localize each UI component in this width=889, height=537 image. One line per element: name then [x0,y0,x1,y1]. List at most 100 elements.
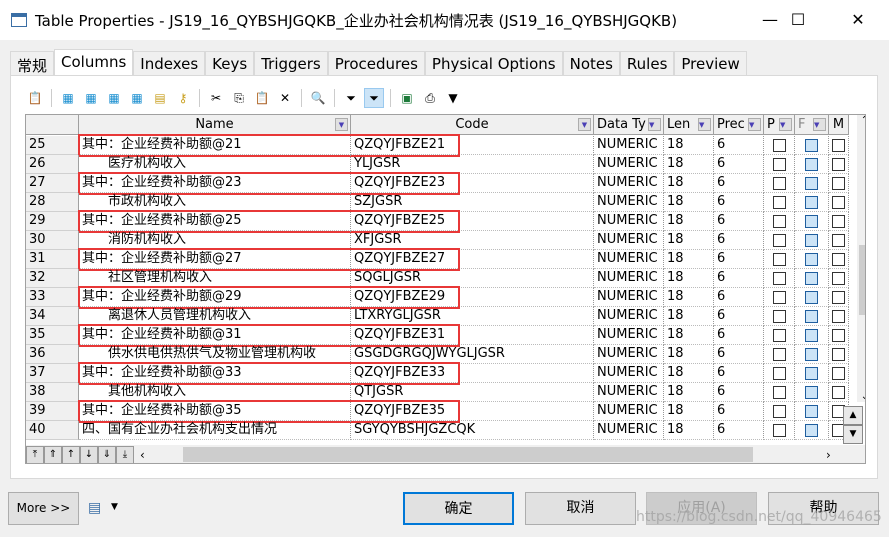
print-icon[interactable]: ⎙ [420,88,440,108]
cell-type[interactable]: NUMERIC [594,326,664,345]
paste-icon[interactable]: 📋 [252,88,272,108]
close-button[interactable]: ✕ [835,6,881,34]
cell-type[interactable]: NUMERIC [594,288,664,307]
tab-1[interactable]: Columns [54,49,134,76]
checkbox-p[interactable] [764,250,795,269]
row-number[interactable]: 27 [26,174,79,193]
maximize-button[interactable]: ☐ [775,6,821,34]
move-page-down-icon[interactable]: ⇓ [98,445,116,463]
checkbox-p[interactable] [764,307,795,326]
cell-type[interactable]: NUMERIC [594,364,664,383]
cell-len[interactable]: 18 [664,364,714,383]
cell-len[interactable]: 18 [664,326,714,345]
add-columns-icon[interactable]: ▦ [104,88,124,108]
cell-len[interactable]: 18 [664,402,714,421]
cell-len[interactable]: 18 [664,136,714,155]
scroll-right-icon[interactable]: › [826,448,831,462]
filter-dropdown-icon[interactable]: ▼ [779,118,792,131]
more-button[interactable]: More >> [8,492,79,525]
cell-type[interactable]: NUMERIC [594,231,664,250]
checkbox-m[interactable] [829,345,849,364]
column-header[interactable]: Code ▼ [351,115,594,135]
properties-icon[interactable]: 📋 [25,88,45,108]
cell-len[interactable]: 18 [664,345,714,364]
cell-prec[interactable]: 6 [714,136,764,155]
move-up-icon[interactable]: ↑ [62,445,80,463]
checkbox-p[interactable] [764,421,795,440]
checkbox-p[interactable] [764,155,795,174]
row-number[interactable]: 26 [26,155,79,174]
checkbox-p[interactable] [764,402,795,421]
row-number[interactable]: 40 [26,421,79,440]
checkbox-f[interactable] [795,155,829,174]
cell-type[interactable]: NUMERIC [594,212,664,231]
checkbox-f[interactable] [795,383,829,402]
cell-prec[interactable]: 6 [714,231,764,250]
checkbox-m[interactable] [829,288,849,307]
tab-2[interactable]: Indexes [133,51,206,76]
checkbox-f[interactable] [795,326,829,345]
move-page-up-icon[interactable]: ⇑ [44,445,62,463]
scroll-thumb[interactable] [859,245,865,315]
checkbox-m[interactable] [829,136,849,155]
column-header[interactable]: Name ▼ [79,115,351,135]
cut-icon[interactable]: ✂ [206,88,226,108]
filter-enabled-icon[interactable]: ⏷ [364,88,384,108]
row-number[interactable]: 33 [26,288,79,307]
checkbox-f[interactable] [795,345,829,364]
scroll-down-button[interactable]: ▼ [843,425,863,444]
checkbox-m[interactable] [829,269,849,288]
cell-type[interactable]: NUMERIC [594,193,664,212]
filter-dropdown-icon[interactable]: ▼ [648,118,661,131]
filter-dropdown-icon[interactable]: ▼ [698,118,711,131]
checkbox-f[interactable] [795,250,829,269]
move-down-icon[interactable]: ↓ [80,445,98,463]
row-number[interactable]: 34 [26,307,79,326]
cell-len[interactable]: 18 [664,269,714,288]
scroll-left-icon[interactable]: ‹ [140,448,145,462]
checkbox-m[interactable] [829,212,849,231]
cell-len[interactable]: 18 [664,421,714,440]
cell-len[interactable]: 18 [664,288,714,307]
cell-type[interactable]: NUMERIC [594,307,664,326]
new-domain-icon[interactable]: ▤ [150,88,170,108]
checkbox-p[interactable] [764,193,795,212]
cell-prec[interactable]: 6 [714,193,764,212]
row-number[interactable]: 35 [26,326,79,345]
cell-type[interactable]: NUMERIC [594,421,664,440]
tab-5[interactable]: Procedures [327,51,425,76]
cancel-button[interactable]: 取消 [525,492,636,525]
checkbox-p[interactable] [764,326,795,345]
cell-type[interactable]: NUMERIC [594,250,664,269]
checkbox-f[interactable] [795,269,829,288]
insert-row-icon[interactable]: ▦ [58,88,78,108]
table-row[interactable]: 40 四、国有企业办社会机构支出情况 SGYQYBSHJGZCQK NUMERIC 18… [26,421,849,440]
filter-dropdown-icon[interactable]: ▼ [578,118,591,131]
cell-len[interactable]: 18 [664,383,714,402]
cell-name[interactable]: 四、国有企业办社会机构支出情况 [79,421,351,440]
cell-prec[interactable]: 6 [714,326,764,345]
dropdown-arrow-icon[interactable]: ▼ [111,502,118,512]
copy-icon[interactable]: ⎘ [229,88,249,108]
checkbox-p[interactable] [764,383,795,402]
checkbox-f[interactable] [795,136,829,155]
row-number[interactable]: 28 [26,193,79,212]
cell-prec[interactable]: 6 [714,269,764,288]
cell-type[interactable]: NUMERIC [594,136,664,155]
cell-prec[interactable]: 6 [714,155,764,174]
filter-dropdown-icon[interactable]: ▼ [335,118,348,131]
checkbox-f[interactable] [795,174,829,193]
column-header[interactable]: M [829,115,849,135]
cell-prec[interactable]: 6 [714,364,764,383]
checkbox-p[interactable] [764,212,795,231]
row-number[interactable]: 36 [26,345,79,364]
checkbox-m[interactable] [829,383,849,402]
replicate-columns-icon[interactable]: ▦ [127,88,147,108]
column-header[interactable]: Prec ▼ [714,115,764,135]
scroll-up-button[interactable]: ▲ [843,406,863,425]
filter-icon[interactable]: ⏷ [341,88,361,108]
cell-prec[interactable]: 6 [714,402,764,421]
vertical-scrollbar[interactable]: ⌃⌄ [857,115,865,402]
row-number[interactable]: 29 [26,212,79,231]
move-top-icon[interactable]: ⤒ [26,445,44,463]
